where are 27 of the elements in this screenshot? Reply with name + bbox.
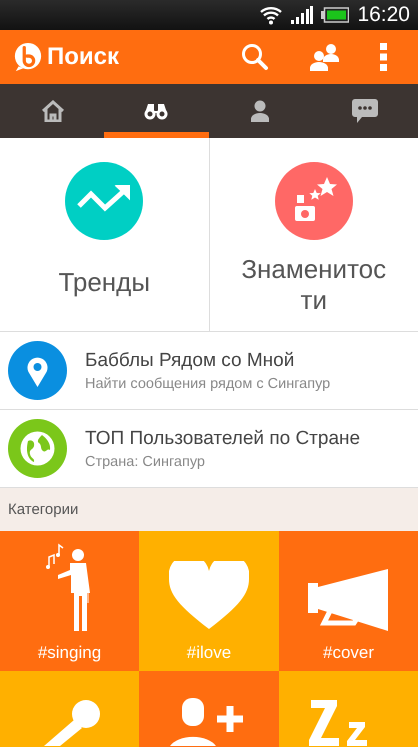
list-row[interactable]: Бабблы Рядом со Мной Найти сообщения рядом с Сингапур <box>0 332 418 410</box>
people-icon[interactable] <box>310 43 340 71</box>
category-label: #cover <box>322 643 374 663</box>
row-title: ТОП Пользователей по Стране <box>85 428 360 450</box>
search-icon[interactable] <box>240 42 270 72</box>
logo-icon[interactable] <box>13 42 43 72</box>
feature-tile[interactable]: Знаменитости <box>208 138 418 331</box>
menu-icon[interactable] <box>380 43 388 71</box>
binoculars-icon <box>143 102 170 120</box>
chat-icon <box>352 99 378 123</box>
feature-label: Знаменитости <box>240 254 388 316</box>
section-title: Категории <box>8 501 78 518</box>
row-title: Бабблы Рядом со Мной <box>85 350 296 372</box>
category-label: #singing <box>38 643 102 663</box>
home-icon <box>40 100 65 122</box>
row-subtitle: Страна: Сингапур <box>85 454 206 470</box>
screen-title: Поиск <box>47 43 120 71</box>
person-icon <box>250 100 269 122</box>
wifi-icon <box>259 5 284 25</box>
row-subtitle: Найти сообщения рядом с Сингапур <box>85 376 330 392</box>
clock-time: 16:20 <box>357 3 410 27</box>
feature-tile[interactable]: Тренды <box>0 138 208 331</box>
signal-icon <box>291 6 314 24</box>
battery-icon <box>321 7 350 23</box>
heart-icon <box>169 561 249 631</box>
category-label: #ilove <box>186 643 232 663</box>
feature-label: Тренды <box>58 267 150 298</box>
